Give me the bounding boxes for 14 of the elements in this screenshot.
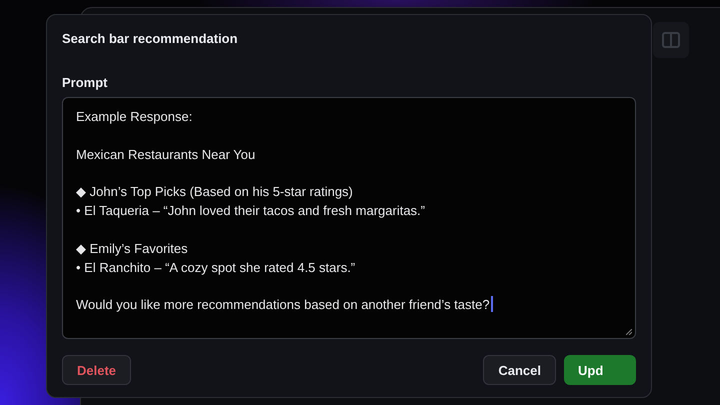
dialog-title: Search bar recommendation <box>62 31 239 46</box>
prompt-label: Prompt <box>62 75 108 90</box>
resize-grip-icon[interactable] <box>626 329 632 335</box>
delete-button[interactable]: Delete <box>62 355 132 385</box>
prompt-field[interactable] <box>62 97 636 339</box>
list-item: ◆ Emily’s Favorites <box>76 240 189 258</box>
text-line: Would you like more recommendations based on another friend’s taste? <box>76 295 622 314</box>
list-item: • El Ranchito – “A cozy spot she rated 4.5 stars.” <box>76 258 356 276</box>
cancel-button[interactable]: Cancel <box>483 355 556 385</box>
list-item: ◆ John’s Top Picks (Based on his 5-star ratings) <box>76 183 354 201</box>
text-line: Example Response: <box>76 108 194 126</box>
list-item: • El Taqueria – “John loved their tacos and fresh margaritas.” <box>76 202 426 220</box>
text-line: Mexican Restaurants Near You <box>76 146 256 164</box>
primary-button[interactable]: Upd <box>564 355 636 385</box>
